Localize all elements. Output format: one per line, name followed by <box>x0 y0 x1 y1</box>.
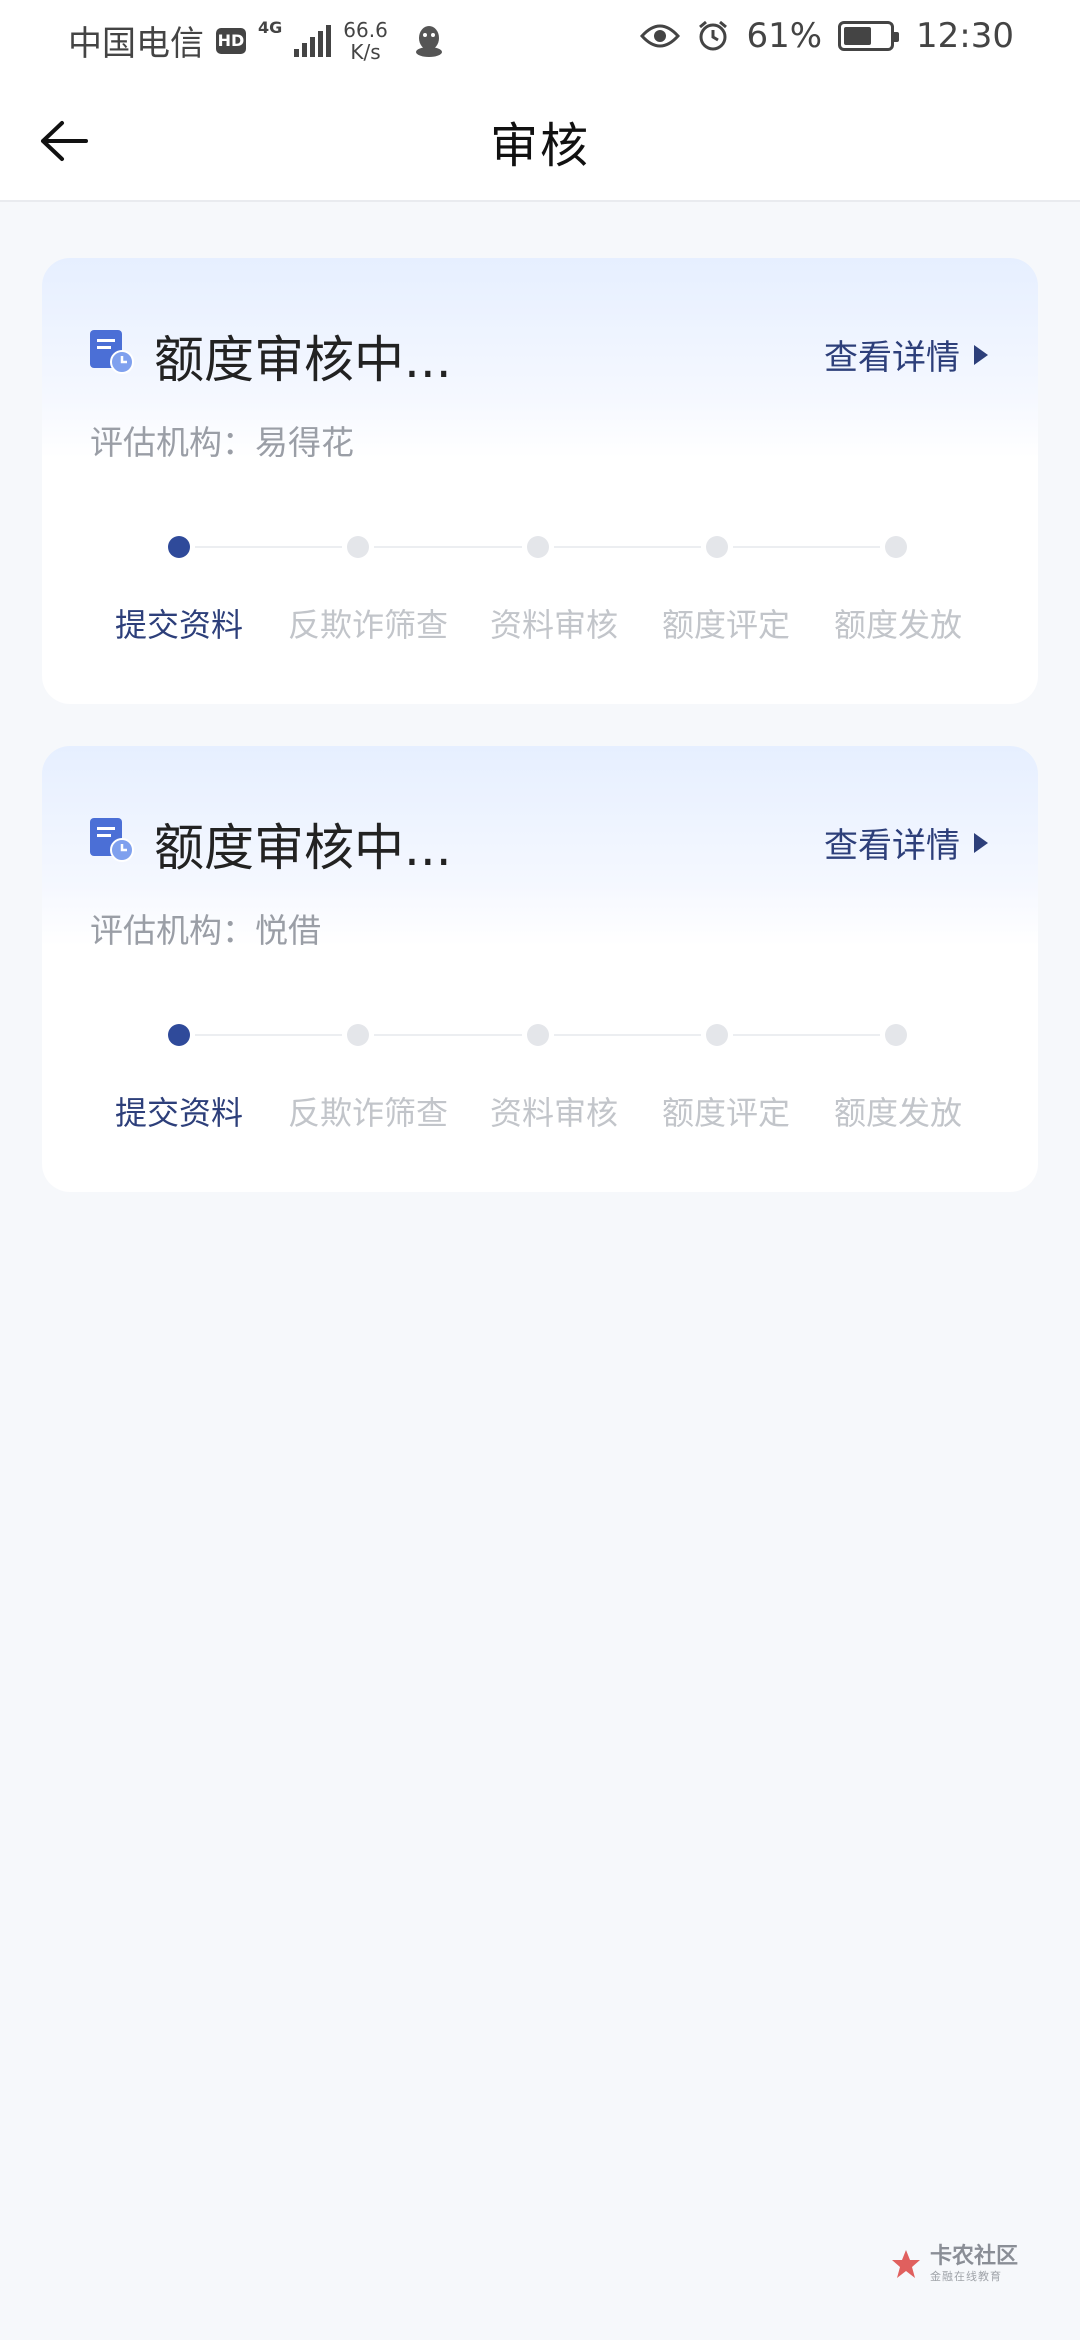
view-details-link[interactable]: 查看详情 <box>824 330 988 379</box>
step-connector <box>554 546 701 548</box>
step-connector <box>733 546 880 548</box>
kanong-logo-icon <box>891 2250 920 2278</box>
page-title: 审核 <box>489 118 590 174</box>
qq-icon <box>414 24 444 58</box>
status-bar: 中国电信 HD 4G 66.6 K/s 61% 12:30 <box>0 0 1080 76</box>
status-bar-right: 61% 12:30 <box>640 16 1014 56</box>
step-connector <box>195 1034 342 1036</box>
card-title: 额度审核中... <box>154 819 452 877</box>
step-dot <box>527 1024 549 1046</box>
view-details-link[interactable]: 查看详情 <box>824 818 988 867</box>
step-label: 资料审核 <box>489 1094 619 1132</box>
step-label: 反欺诈筛查 <box>287 1094 449 1132</box>
alarm-icon <box>696 19 730 53</box>
step-dot <box>168 536 190 558</box>
clock: 12:30 <box>916 16 1014 56</box>
signal-icon <box>294 24 332 57</box>
step-dot <box>706 536 728 558</box>
app-header: 审核 <box>0 76 1080 202</box>
step-dot <box>706 1024 728 1046</box>
network-speed-value: 66.6 <box>343 17 388 42</box>
eye-icon <box>640 22 681 50</box>
watermark-sub-text: 金融在线教育 <box>929 2270 1002 2283</box>
step-dot <box>885 536 907 558</box>
step-dot <box>168 1024 190 1046</box>
review-card: 额度审核中... 查看详情 评估机构：易得花 提交资料 反欺诈筛查 资料审核 额度评定… <box>42 258 1038 704</box>
step-connector <box>374 1034 522 1036</box>
step-dot <box>347 1024 369 1046</box>
watermark-main-text: 卡农社区 <box>929 2244 1018 2269</box>
step-dot <box>885 1024 907 1046</box>
step-label: 提交资料 <box>114 606 244 644</box>
battery-icon <box>838 21 900 51</box>
view-details-label: 查看详情 <box>824 826 960 866</box>
step-label: 提交资料 <box>114 1094 244 1132</box>
view-details-label: 查看详情 <box>824 338 960 378</box>
battery-percent: 61% <box>746 16 823 56</box>
network-speed-unit: K/s <box>350 39 381 64</box>
document-clock-icon <box>90 330 134 374</box>
play-arrow-icon <box>974 832 988 853</box>
hd-badge: HD <box>216 27 246 54</box>
network-type: 4G <box>258 18 283 37</box>
step-label: 额度评定 <box>661 606 791 644</box>
play-arrow-icon <box>974 344 988 365</box>
carrier-name: 中国电信 <box>68 24 204 64</box>
step-connector <box>195 546 342 548</box>
step-label: 额度发放 <box>833 1094 963 1132</box>
step-dot <box>347 536 369 558</box>
battery-level <box>844 27 872 45</box>
watermark-logo: 卡农社区 金融在线教育 <box>890 2246 1018 2282</box>
step-label: 额度评定 <box>661 1094 791 1132</box>
step-label: 反欺诈筛查 <box>287 606 449 644</box>
institution-label: 评估机构：易得花 <box>90 423 354 462</box>
document-clock-icon <box>90 818 134 862</box>
status-bar-left: 中国电信 HD 4G 66.6 K/s <box>68 16 444 65</box>
step-label: 额度发放 <box>833 606 963 644</box>
review-card: 额度审核中... 查看详情 评估机构：悦借 提交资料 反欺诈筛查 资料审核 额度评定 额… <box>42 746 1038 1192</box>
step-connector <box>374 546 522 548</box>
step-label: 资料审核 <box>489 606 619 644</box>
step-connector <box>733 1034 880 1036</box>
step-connector <box>554 1034 701 1036</box>
step-dot <box>527 536 549 558</box>
card-title: 额度审核中... <box>154 331 452 389</box>
institution-label: 评估机构：悦借 <box>90 911 321 950</box>
network-speed: 66.6 K/s <box>343 19 388 63</box>
